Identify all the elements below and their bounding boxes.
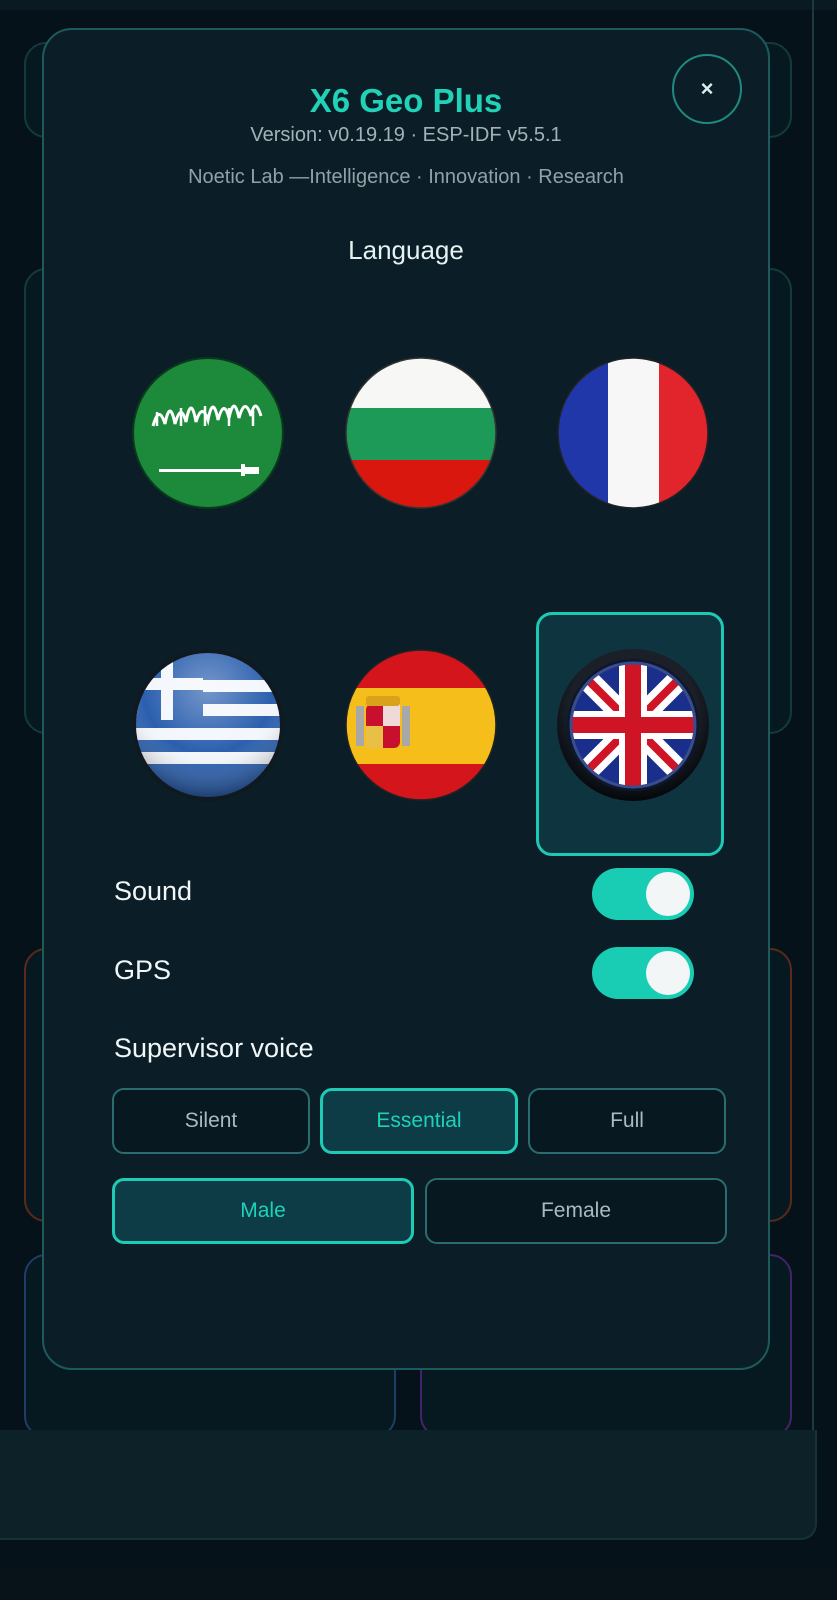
supervisor-voice-label: Supervisor voice	[114, 1033, 314, 1063]
language-option-greece[interactable]	[131, 648, 285, 802]
toggle-knob	[646, 872, 690, 916]
sound-label: Sound	[114, 876, 193, 906]
voice-gender-male-button[interactable]: Male	[112, 1178, 414, 1244]
voice-level-essential-button[interactable]: Essential	[320, 1088, 518, 1154]
version-info: Version: v0.19.19 · ESP-IDF v5.5.1	[250, 124, 562, 146]
language-option-saudi-arabia[interactable]	[131, 356, 285, 510]
company-tagline: Noetic Lab —Intelligence · Innovation · …	[188, 166, 624, 188]
sound-toggle[interactable]	[592, 868, 694, 920]
saudi-arabia-flag-icon	[132, 357, 284, 509]
voice-level-silent-button[interactable]: Silent	[112, 1088, 310, 1154]
bulgaria-flag-icon	[345, 357, 497, 509]
settings-modal: X6 Geo Plus × Version: v0.19.19 · ESP-ID…	[42, 28, 770, 1370]
spain-flag-icon	[345, 649, 497, 801]
background-status-bar	[0, 0, 837, 10]
close-button[interactable]: ×	[672, 54, 742, 124]
france-flag-icon	[557, 357, 709, 509]
background-bottom-panel	[0, 1430, 817, 1540]
language-option-france[interactable]	[556, 356, 710, 510]
background-divider	[812, 0, 814, 1430]
language-heading: Language	[348, 235, 464, 265]
voice-level-full-button[interactable]: Full	[528, 1088, 726, 1154]
language-option-spain[interactable]	[344, 648, 498, 802]
language-option-uk[interactable]	[556, 648, 710, 802]
language-option-bulgaria[interactable]	[344, 356, 498, 510]
close-icon: ×	[700, 76, 714, 101]
toggle-knob	[646, 951, 690, 995]
app-title: X6 Geo Plus	[309, 82, 503, 119]
gps-toggle[interactable]	[592, 947, 694, 999]
uk-flag-icon	[557, 649, 709, 801]
voice-gender-female-button[interactable]: Female	[425, 1178, 727, 1244]
gps-label: GPS	[114, 955, 172, 985]
system-nav-bar	[0, 1568, 837, 1600]
greece-flag-icon	[132, 649, 284, 801]
